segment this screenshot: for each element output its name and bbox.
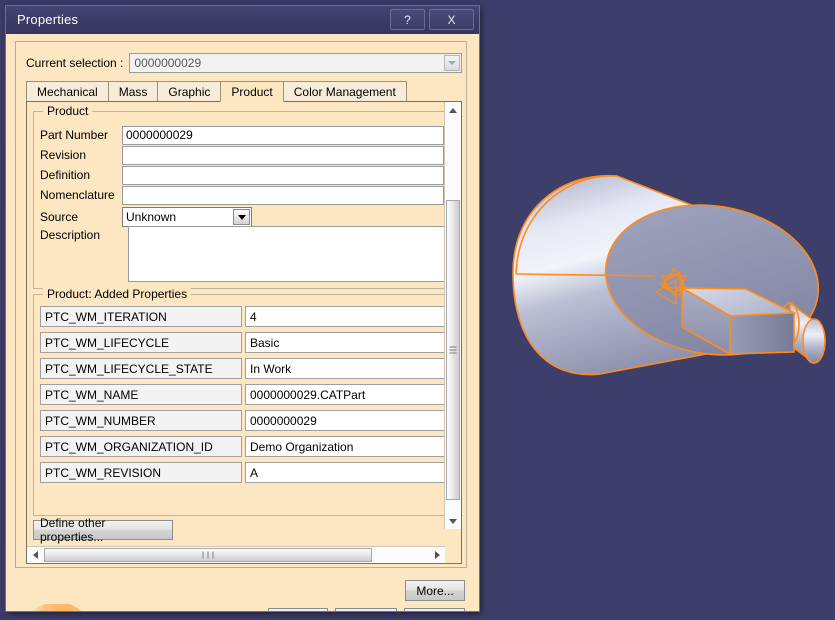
description-label: Description <box>40 228 101 242</box>
table-row: PTC_WM_LIFECYCLE Basic <box>40 332 445 353</box>
tab-color-management[interactable]: Color Management <box>282 81 407 102</box>
product-panel-content: Product Part Number 0000000029 Revision … <box>27 102 445 546</box>
property-value[interactable]: 4 <box>245 306 445 327</box>
source-value: Unknown <box>126 210 177 224</box>
table-row: PTC_WM_ORGANIZATION_ID Demo Organization <box>40 436 445 457</box>
current-selection-row: Current selection : 0000000029 <box>26 53 462 73</box>
desktop: Properties ? X Current selection : 00000… <box>0 0 835 620</box>
property-key[interactable]: PTC_WM_NAME <box>40 384 242 405</box>
property-key[interactable]: PTC_WM_ITERATION <box>40 306 242 327</box>
ok-button[interactable]: OK <box>268 608 328 611</box>
table-row: PTC_WM_REVISION A <box>40 462 445 483</box>
planet-logo-icon <box>32 604 82 611</box>
cad-part-3d-model <box>480 0 835 620</box>
product-groupbox: Product Part Number 0000000029 Revision … <box>33 104 445 289</box>
dialog-body: Current selection : 0000000029 Mechanica… <box>6 34 479 611</box>
description-textarea[interactable] <box>128 226 445 282</box>
grip-icon <box>449 345 457 356</box>
cad-3d-viewport[interactable] <box>480 0 835 620</box>
property-value[interactable]: 0000000029.CATPart <box>245 384 445 405</box>
chevron-down-icon[interactable] <box>233 209 250 225</box>
dialog-titlebar[interactable]: Properties ? X <box>6 6 479 35</box>
part-number-label: Part Number <box>40 128 109 142</box>
field-row-nomenclature: Nomenclature <box>34 184 445 206</box>
dialog-inner-frame: Current selection : 0000000029 Mechanica… <box>15 41 467 568</box>
current-selection-combo[interactable]: 0000000029 <box>129 53 462 73</box>
close-button[interactable]: Close <box>404 608 465 611</box>
revision-input[interactable] <box>122 145 444 165</box>
property-key[interactable]: PTC_WM_REVISION <box>40 462 242 483</box>
horizontal-scrollbar-thumb[interactable] <box>44 548 372 562</box>
field-row-source: Source Unknown <box>34 206 445 228</box>
horizontal-scrollbar[interactable] <box>27 546 445 563</box>
titlebar-buttons: ? X <box>390 9 474 30</box>
dialog-title: Properties <box>17 12 79 27</box>
property-value[interactable]: Demo Organization <box>245 436 445 457</box>
vertical-scrollbar[interactable] <box>444 102 461 529</box>
vertical-scrollbar-thumb[interactable] <box>446 200 460 500</box>
property-value[interactable]: 0000000029 <box>245 410 445 431</box>
arrow-down-icon[interactable] <box>445 513 461 529</box>
properties-dialog: Properties ? X Current selection : 00000… <box>5 5 480 612</box>
added-properties-groupbox: Product: Added Properties PTC_WM_ITERATI… <box>33 287 445 516</box>
field-row-revision: Revision <box>34 144 445 166</box>
property-value[interactable]: In Work <box>245 358 445 379</box>
more-button[interactable]: More... <box>405 580 465 601</box>
property-value[interactable]: A <box>245 462 445 483</box>
added-properties-legend: Product: Added Properties <box>43 287 192 301</box>
arrow-left-icon[interactable] <box>27 547 43 563</box>
chevron-down-icon[interactable] <box>444 55 460 71</box>
table-row: PTC_WM_NUMBER 0000000029 <box>40 410 445 431</box>
property-key[interactable]: PTC_WM_NUMBER <box>40 410 242 431</box>
property-value[interactable]: Basic <box>245 332 445 353</box>
arrow-up-icon[interactable] <box>445 102 461 118</box>
product-scroll-panel: Product Part Number 0000000029 Revision … <box>26 101 462 564</box>
nomenclature-input[interactable] <box>122 185 444 205</box>
tab-product[interactable]: Product <box>220 81 284 102</box>
property-key[interactable]: PTC_WM_LIFECYCLE <box>40 332 242 353</box>
arrow-right-icon[interactable] <box>429 547 445 563</box>
tab-graphic[interactable]: Graphic <box>157 81 222 102</box>
table-row: PTC_WM_ITERATION 4 <box>40 306 445 327</box>
tab-mechanical[interactable]: Mechanical <box>26 81 109 102</box>
table-row: PTC_WM_NAME 0000000029.CATPart <box>40 384 445 405</box>
property-tabs: Mechanical Mass Graphic Product Color Ma… <box>26 80 462 103</box>
product-groupbox-legend: Product <box>43 104 93 118</box>
source-label: Source <box>40 210 79 224</box>
source-combo[interactable]: Unknown <box>122 207 252 227</box>
table-row: PTC_WM_LIFECYCLE_STATE In Work <box>40 358 445 379</box>
property-key[interactable]: PTC_WM_LIFECYCLE_STATE <box>40 358 242 379</box>
current-selection-value: 0000000029 <box>134 56 202 70</box>
current-selection-label: Current selection : <box>26 56 124 70</box>
definition-label: Definition <box>40 168 91 182</box>
property-key[interactable]: PTC_WM_ORGANIZATION_ID <box>40 436 242 457</box>
field-row-definition: Definition <box>34 164 445 186</box>
apply-button[interactable]: Apply <box>335 608 397 611</box>
part-number-input[interactable]: 0000000029 <box>122 125 444 145</box>
nomenclature-label: Nomenclature <box>40 188 115 202</box>
field-row-part-number: Part Number 0000000029 <box>34 124 445 146</box>
tab-mass[interactable]: Mass <box>107 81 159 102</box>
definition-input[interactable] <box>122 165 444 185</box>
define-other-properties-button[interactable]: Define other properties... <box>33 516 173 544</box>
revision-label: Revision <box>40 148 87 162</box>
help-button[interactable]: ? <box>390 9 425 30</box>
close-window-button[interactable]: X <box>429 9 474 30</box>
grip-icon <box>201 551 216 559</box>
